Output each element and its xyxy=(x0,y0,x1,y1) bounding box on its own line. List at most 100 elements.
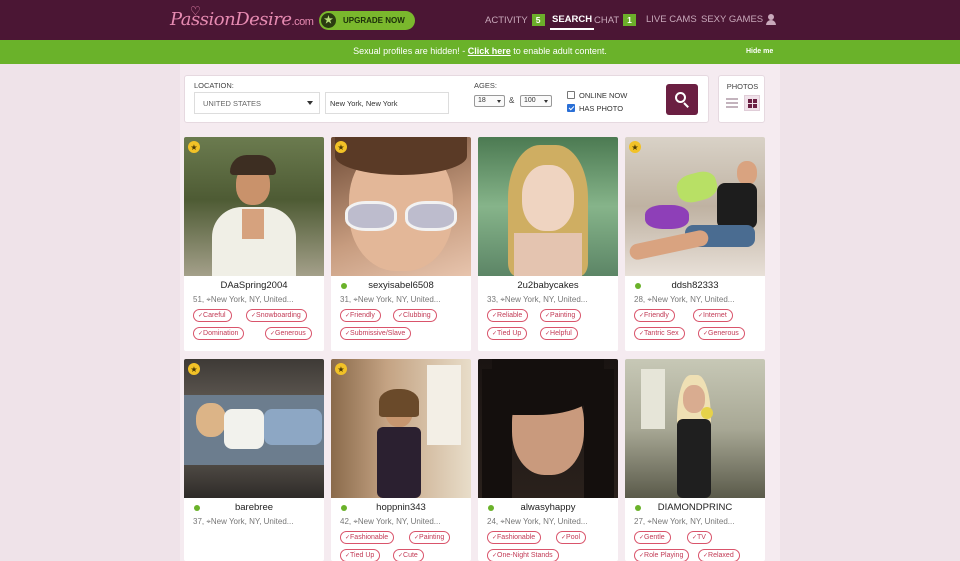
hide-notice-link[interactable]: Hide me xyxy=(746,48,773,55)
interest-tag[interactable]: Painting xyxy=(540,309,582,322)
profile-card[interactable]: ★ sexyisabel6508 31, ⌖New York, NY, Unit… xyxy=(331,137,471,351)
interest-tag[interactable]: Clubbing xyxy=(393,309,437,322)
age: 51 xyxy=(193,295,202,304)
profile-card[interactable]: alwasyhappy 24, ⌖New York, NY, United...… xyxy=(478,359,618,561)
nav-live-cams[interactable]: LIVE CAMS xyxy=(646,14,697,25)
country-select[interactable]: UNITED STATES xyxy=(194,92,320,114)
nav-sexy-games[interactable]: SEXY GAMES xyxy=(701,14,763,25)
interest-tag[interactable]: Snowboarding xyxy=(246,309,307,322)
profile-card[interactable]: 2u2babycakes 33, ⌖New York, NY, United..… xyxy=(478,137,618,351)
username[interactable]: hoppnin343 xyxy=(331,502,471,513)
grid-view-icon[interactable] xyxy=(744,95,760,111)
location: New York, NY, United... xyxy=(210,517,294,526)
interest-tag[interactable]: Tied Up xyxy=(487,327,528,340)
profile-card[interactable]: DIAMONDPRINC 27, ⌖New York, NY, United..… xyxy=(625,359,765,561)
nav-activity[interactable]: ACTIVITY 5 xyxy=(485,14,545,26)
username[interactable]: DAaSpring2004 xyxy=(184,280,324,291)
star-icon: ★ xyxy=(321,13,336,28)
profile-card[interactable]: ★ hoppnin343 42, ⌖New York, NY, United..… xyxy=(331,359,471,561)
age-max-value: 100 xyxy=(524,97,536,104)
age: 31 xyxy=(340,295,349,304)
user-account-icon[interactable] xyxy=(766,14,776,26)
interest-tag[interactable]: Tantric Sex xyxy=(634,327,685,340)
nav-search[interactable]: SEARCH xyxy=(549,14,595,30)
interest-tag[interactable]: Cute xyxy=(393,549,424,561)
chevron-down-icon xyxy=(497,100,501,103)
list-view-icon[interactable] xyxy=(726,97,738,109)
enable-adult-link[interactable]: Click here xyxy=(468,46,511,56)
interest-tag[interactable]: Fashionable xyxy=(487,531,542,544)
interest-tag[interactable]: Relaxed xyxy=(698,549,740,561)
nav-chat[interactable]: CHAT 1 xyxy=(594,14,636,26)
chevron-down-icon xyxy=(544,100,548,103)
online-now-label: ONLINE NOW xyxy=(579,91,628,100)
city-input[interactable]: New York, New York xyxy=(325,92,449,114)
profile-photo[interactable] xyxy=(331,359,471,498)
featured-star-icon: ★ xyxy=(188,363,200,375)
interest-tag[interactable]: Pool xyxy=(556,531,587,544)
profile-photo[interactable] xyxy=(478,359,618,498)
interest-tag[interactable]: One-Night Stands xyxy=(487,549,559,561)
interest-tag[interactable]: Fashionable xyxy=(340,531,395,544)
username[interactable]: sexyisabel6508 xyxy=(331,280,471,291)
profile-card[interactable]: ★ ddsh82333 28, ⌖New York, NY, United...… xyxy=(625,137,765,351)
country-value: UNITED STATES xyxy=(203,99,262,108)
interest-tag[interactable]: Friendly xyxy=(634,309,675,322)
interest-tag[interactable]: Friendly xyxy=(340,309,381,322)
age-location: 51, ⌖New York, NY, United... xyxy=(193,295,294,304)
profile-card[interactable]: ★ barebree 37, ⌖New York, NY, United... xyxy=(184,359,324,561)
username[interactable]: ddsh82333 xyxy=(625,280,765,291)
profile-photo[interactable] xyxy=(184,359,324,498)
age-location: 24, ⌖New York, NY, United... xyxy=(487,517,588,526)
age-max-select[interactable]: 100 xyxy=(520,95,552,107)
profile-card[interactable]: ★ DAaSpring2004 51, ⌖New York, NY, Unite… xyxy=(184,137,324,351)
username[interactable]: alwasyhappy xyxy=(478,502,618,513)
age: 28 xyxy=(634,295,643,304)
profile-photo[interactable] xyxy=(625,359,765,498)
profile-photo[interactable] xyxy=(478,137,618,276)
interest-tag[interactable]: Generous xyxy=(265,327,312,340)
interest-tag[interactable]: Helpful xyxy=(540,327,578,340)
interest-tag[interactable]: Tied Up xyxy=(340,549,381,561)
interest-tag[interactable]: Painting xyxy=(409,531,451,544)
upgrade-button[interactable]: ★ UPGRADE NOW xyxy=(319,11,415,30)
profile-photo[interactable] xyxy=(625,137,765,276)
username[interactable]: barebree xyxy=(184,502,324,513)
interest-tag[interactable]: Domination xyxy=(193,327,245,340)
interest-tag[interactable]: TV xyxy=(687,531,712,544)
age: 42 xyxy=(340,517,349,526)
username[interactable]: DIAMONDPRINC xyxy=(625,502,765,513)
username[interactable]: 2u2babycakes xyxy=(478,280,618,291)
interest-tag[interactable]: Internet xyxy=(693,309,733,322)
profile-photo[interactable] xyxy=(331,137,471,276)
location: New York, NY, United... xyxy=(210,295,294,304)
featured-star-icon: ★ xyxy=(629,141,641,153)
location: New York, NY, United... xyxy=(357,517,441,526)
notice-text: Sexual profiles are hidden! - Click here… xyxy=(0,46,960,56)
site-logo[interactable]: ♡ PassionDesire.com xyxy=(170,4,314,33)
profile-photo[interactable] xyxy=(184,137,324,276)
interest-tag[interactable]: Careful xyxy=(193,309,232,322)
age-separator: & xyxy=(509,96,515,105)
search-filters: LOCATION: UNITED STATES New York, New Yo… xyxy=(184,75,709,123)
logo-name: PassionDesire xyxy=(170,9,292,30)
age-min-select[interactable]: 18 xyxy=(474,95,505,107)
notice-text-before: Sexual profiles are hidden! - xyxy=(353,46,468,56)
interest-tag[interactable]: Role Playing xyxy=(634,549,690,561)
age-location: 27, ⌖New York, NY, United... xyxy=(634,517,735,526)
interest-tag[interactable]: Submissive/Slave xyxy=(340,327,412,340)
interest-tag[interactable]: Reliable xyxy=(487,309,529,322)
age: 24 xyxy=(487,517,496,526)
has-photo-checkbox[interactable] xyxy=(567,104,575,112)
online-now-checkbox[interactable] xyxy=(567,91,575,99)
interest-tag[interactable]: Generous xyxy=(698,327,745,340)
location: New York, NY, United... xyxy=(504,295,588,304)
search-button[interactable] xyxy=(666,84,698,115)
age: 27 xyxy=(634,517,643,526)
interest-tag[interactable]: Gentle xyxy=(634,531,671,544)
age: 33 xyxy=(487,295,496,304)
adult-content-notice: Sexual profiles are hidden! - Click here… xyxy=(0,40,960,64)
location: New York, NY, United... xyxy=(651,517,735,526)
view-toggle: PHOTOS xyxy=(718,75,765,123)
chevron-down-icon xyxy=(307,101,313,105)
